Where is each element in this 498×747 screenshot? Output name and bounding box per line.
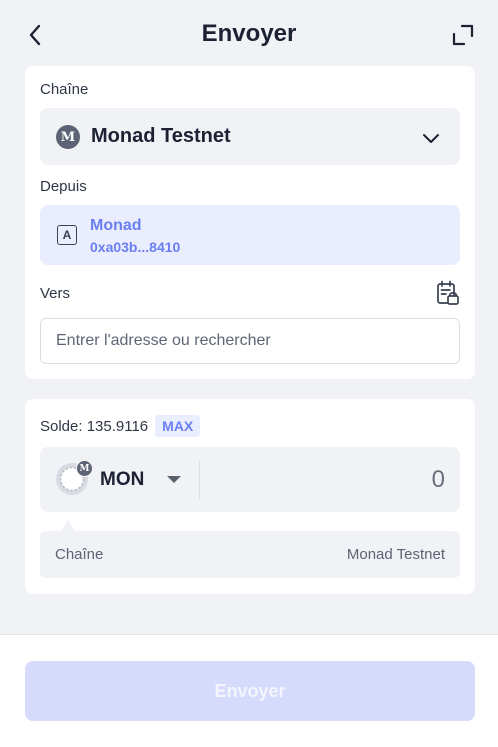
- chain-label: Chaîne: [40, 81, 89, 98]
- from-label: Depuis: [40, 178, 87, 195]
- account-icon: A: [57, 225, 77, 245]
- caret-down-icon: [167, 476, 181, 483]
- chain-select[interactable]: M Monad Testnet: [40, 108, 460, 165]
- chain-info-value: Monad Testnet: [346, 546, 445, 563]
- send-button[interactable]: Envoyer: [25, 661, 475, 721]
- transfer-details-card: Chaîne M Monad Testnet Depuis A Monad 0x…: [25, 66, 475, 379]
- balance-row: Solde: 135.9116 MAX: [40, 415, 201, 437]
- expand-button[interactable]: [450, 22, 476, 48]
- to-label: Vers: [40, 285, 71, 302]
- chevron-down-icon: [423, 134, 439, 143]
- address-book-icon[interactable]: [436, 280, 460, 306]
- tooltip-arrow: [61, 519, 75, 531]
- header: Envoyer: [0, 0, 498, 68]
- from-account[interactable]: A Monad 0xa03b...8410: [40, 205, 460, 265]
- chain-info-label: Chaîne: [55, 546, 104, 563]
- chain-name: Monad Testnet: [91, 125, 231, 147]
- token-symbol: MON: [100, 469, 145, 490]
- amount-input[interactable]: [210, 447, 445, 512]
- chain-badge-icon: M: [76, 460, 93, 477]
- chain-info: Chaîne Monad Testnet: [40, 531, 460, 578]
- account-name: Monad: [90, 217, 142, 234]
- monad-logo-icon: M: [56, 125, 80, 149]
- amount-card: Solde: 135.9116 MAX M MON Chaîne Monad T…: [25, 399, 475, 594]
- amount-box: M MON: [40, 447, 460, 512]
- footer: Envoyer: [0, 634, 498, 747]
- token-select[interactable]: M MON: [40, 447, 198, 512]
- page-title: Envoyer: [201, 20, 297, 47]
- account-address: 0xa03b...8410: [90, 239, 181, 255]
- max-button[interactable]: MAX: [155, 415, 201, 437]
- recipient-address-input[interactable]: [40, 318, 460, 364]
- divider: [199, 460, 200, 499]
- balance-text: Solde: 135.9116: [40, 417, 149, 435]
- expand-icon: [452, 24, 474, 46]
